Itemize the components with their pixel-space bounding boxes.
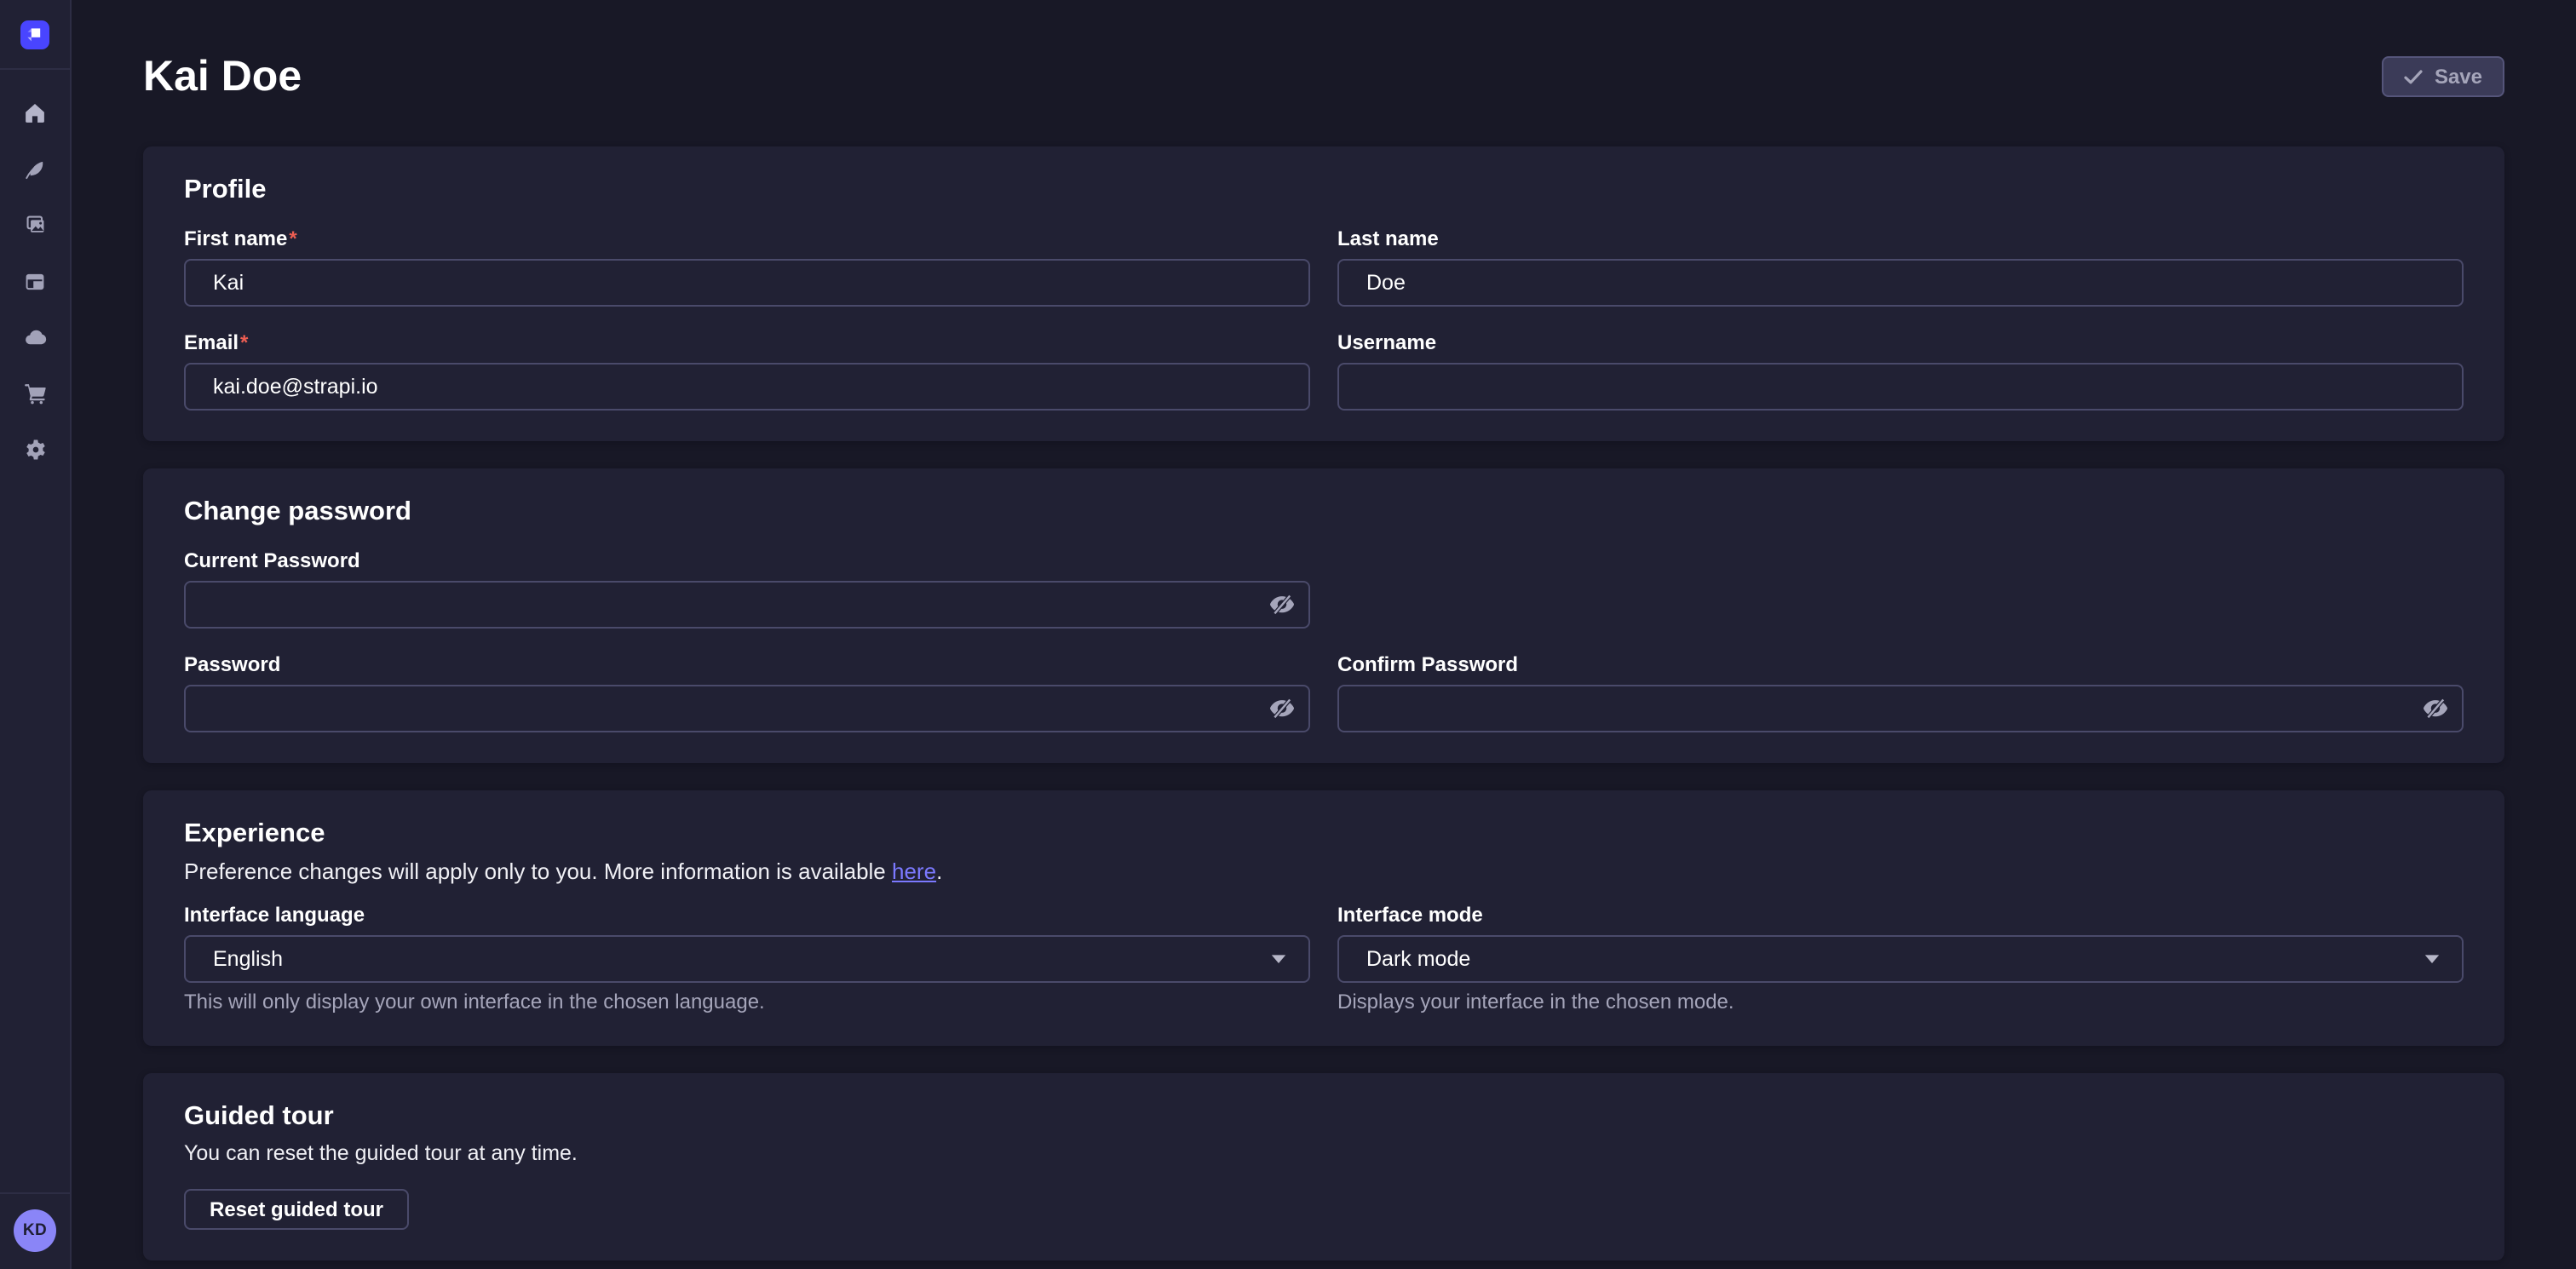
- sidebar-item-content-type-builder[interactable]: [13, 259, 57, 303]
- sidebar-item-cloud[interactable]: [13, 315, 57, 359]
- email-input[interactable]: [184, 363, 1310, 411]
- confirm-password-input[interactable]: [1337, 685, 2464, 732]
- main-content: Kai Doe Save Profile First name* Last na…: [72, 0, 2576, 1269]
- interface-language-value: English: [213, 947, 283, 971]
- eye-off-icon: [1268, 594, 1294, 615]
- username-field-group: Username: [1337, 330, 2464, 411]
- confirm-password-field-group: Confirm Password: [1337, 652, 2464, 732]
- required-asterisk: *: [289, 227, 296, 250]
- new-password-field-group: Password: [184, 652, 1310, 732]
- first-name-label: First name*: [184, 227, 1310, 252]
- sidebar-item-settings[interactable]: [13, 428, 57, 472]
- interface-mode-select[interactable]: Dark mode: [1337, 935, 2464, 983]
- images-icon: [23, 213, 47, 237]
- guided-tour-description: You can reset the guided tour at any tim…: [184, 1140, 2464, 1167]
- interface-mode-label: Interface mode: [1337, 903, 2464, 928]
- username-input[interactable]: [1337, 363, 2464, 411]
- chevron-down-icon: [1271, 954, 1286, 964]
- user-avatar[interactable]: KD: [14, 1209, 56, 1252]
- new-password-label: Password: [184, 652, 1310, 678]
- toggle-confirm-password-visibility[interactable]: [2407, 686, 2462, 731]
- eye-off-icon: [2422, 698, 2447, 719]
- sidebar: KD: [0, 0, 72, 1269]
- experience-heading: Experience: [184, 818, 2464, 850]
- first-name-input[interactable]: [184, 259, 1310, 307]
- profile-card: Profile First name* Last name Email* Use…: [143, 146, 2504, 441]
- sidebar-footer: KD: [0, 1192, 70, 1269]
- interface-mode-value: Dark mode: [1366, 947, 1470, 971]
- confirm-password-label: Confirm Password: [1337, 652, 2464, 678]
- experience-card: Experience Preference changes will apply…: [143, 790, 2504, 1046]
- page-header: Kai Doe Save: [143, 51, 2504, 102]
- interface-mode-hint: Displays your interface in the chosen mo…: [1337, 990, 2464, 1015]
- last-name-input[interactable]: [1337, 259, 2464, 307]
- new-password-input[interactable]: [184, 685, 1310, 732]
- toggle-current-password-visibility[interactable]: [1254, 583, 1308, 627]
- home-icon: [24, 101, 46, 123]
- save-button-label: Save: [2435, 65, 2482, 89]
- strapi-logo[interactable]: [20, 20, 49, 49]
- app-root: KD Kai Doe Save Profile First name*: [0, 0, 2576, 1269]
- first-name-field-group: First name*: [184, 227, 1310, 307]
- username-label: Username: [1337, 330, 2464, 356]
- email-label: Email*: [184, 330, 1310, 356]
- gear-icon: [23, 438, 47, 462]
- save-button[interactable]: Save: [2382, 56, 2504, 97]
- experience-grid: Interface language English This will onl…: [184, 903, 2464, 1015]
- reset-guided-tour-button[interactable]: Reset guided tour: [184, 1189, 409, 1230]
- interface-language-select[interactable]: English: [184, 935, 1310, 983]
- guided-tour-heading: Guided tour: [184, 1100, 2464, 1133]
- sidebar-item-home[interactable]: [13, 90, 57, 135]
- guided-tour-card: Guided tour You can reset the guided tou…: [143, 1073, 2504, 1260]
- sidebar-item-content-manager[interactable]: [13, 146, 57, 191]
- profile-grid: First name* Last name Email* Username: [184, 227, 2464, 411]
- page-title: Kai Doe: [143, 51, 302, 102]
- check-icon: [2404, 69, 2423, 84]
- feather-icon: [24, 158, 46, 180]
- change-password-card: Change password Current Password: [143, 468, 2504, 763]
- password-grid: Current Password Pass: [184, 548, 2464, 732]
- eye-off-icon: [1268, 698, 1294, 719]
- more-information-link[interactable]: here: [892, 858, 936, 884]
- last-name-field-group: Last name: [1337, 227, 2464, 307]
- last-name-label: Last name: [1337, 227, 2464, 252]
- cloud-icon: [23, 327, 47, 347]
- profile-heading: Profile: [184, 174, 2464, 206]
- interface-language-label: Interface language: [184, 903, 1310, 928]
- interface-mode-field-group: Interface mode Dark mode Displays your i…: [1337, 903, 2464, 1015]
- experience-description: Preference changes will apply only to yo…: [184, 857, 2464, 886]
- required-asterisk: *: [240, 330, 248, 354]
- interface-language-hint: This will only display your own interfac…: [184, 990, 1310, 1015]
- cart-icon: [23, 382, 47, 405]
- chevron-down-icon: [2424, 954, 2440, 964]
- layout-icon: [24, 270, 46, 292]
- sidebar-item-marketplace[interactable]: [13, 371, 57, 416]
- strapi-logo-icon: [20, 20, 49, 49]
- current-password-label: Current Password: [184, 548, 1310, 574]
- sidebar-nav: [0, 70, 70, 484]
- current-password-input[interactable]: [184, 581, 1310, 629]
- change-password-heading: Change password: [184, 496, 2464, 528]
- toggle-new-password-visibility[interactable]: [1254, 686, 1308, 731]
- password-grid-spacer: [1337, 548, 2464, 629]
- interface-language-field-group: Interface language English This will onl…: [184, 903, 1310, 1015]
- sidebar-item-media-library[interactable]: [13, 203, 57, 247]
- sidebar-logo-zone: [0, 0, 70, 70]
- current-password-field-group: Current Password: [184, 548, 1310, 629]
- email-field-group: Email*: [184, 330, 1310, 411]
